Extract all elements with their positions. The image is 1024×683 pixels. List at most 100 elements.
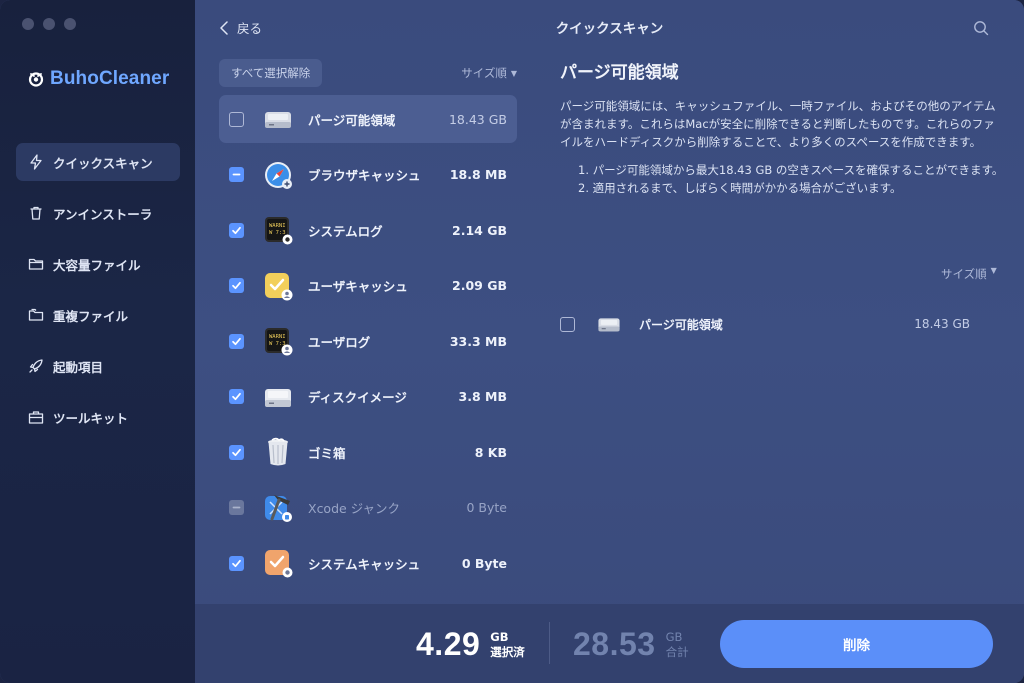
item-size: 18.43 GB — [448, 111, 507, 127]
detail-note: 1. パージ可能領域から最大18.43 GB の空きスペースを確保することができ… — [578, 163, 1004, 177]
checkbox[interactable] — [229, 555, 244, 571]
item-label: パージ可能領域 — [639, 317, 723, 332]
deselect-all-button[interactable]: すべて選択解除 — [219, 59, 323, 87]
caret-down-icon: ▼ — [990, 266, 997, 275]
duplicate-folder-icon — [28, 308, 44, 321]
sidebar-item-duplicate-files[interactable]: 重複ファイル — [16, 296, 180, 334]
system-cache-icon — [262, 547, 294, 579]
brand: BuhoCleaner — [28, 68, 169, 90]
total-size: 28.53 GB 合計 — [573, 626, 689, 663]
sidebar-nav: クイックスキャン アンインストーラ 大容量ファイル 重複ファイル 起動項目 ツー… — [16, 143, 180, 449]
item-size: 0 Byte — [461, 555, 507, 571]
sort-label: サイズ順 — [461, 66, 507, 80]
checkbox[interactable] — [229, 333, 244, 349]
minus-icon — [232, 506, 241, 509]
trash-bin-icon — [262, 436, 294, 468]
item-size: 2.09 GB — [452, 278, 507, 293]
item-label: ディスクイメージ — [308, 390, 407, 405]
svg-text:WARNI: WARNI — [269, 334, 286, 340]
item-label: ユーザキャッシュ — [308, 279, 408, 294]
checkbox[interactable] — [229, 167, 244, 182]
item-size: 33.3 MB — [449, 333, 507, 349]
sidebar-item-large-files[interactable]: 大容量ファイル — [16, 245, 180, 283]
list-item-browser-cache[interactable]: ブラウザキャッシュ 18.8 MB — [219, 151, 517, 199]
item-label: ユーザログ — [308, 334, 371, 350]
app-name: BuhoCleaner — [50, 68, 170, 89]
checkmark-icon — [232, 281, 241, 290]
checkmark-icon — [232, 559, 241, 567]
svg-text:W 7:3: W 7:3 — [269, 230, 286, 236]
list-item-user-log[interactable]: WARNI W 7:3 ユーザログ 33.3 MB — [219, 317, 517, 365]
item-label: システムログ — [308, 223, 383, 239]
checkbox[interactable] — [560, 316, 575, 332]
delete-button[interactable]: 削除 — [720, 620, 993, 668]
sidebar-item-label: ツールキット — [53, 410, 129, 426]
svg-text:WARNI: WARNI — [269, 223, 286, 229]
list-item-disk-images[interactable]: ディスクイメージ 3.8 MB — [219, 373, 517, 421]
item-size: 2.14 GB — [452, 222, 507, 238]
list-item-system-cache[interactable]: システムキャッシュ 0 Byte — [219, 539, 517, 587]
app-window: BuhoCleaner クイックスキャン アンインストーラ 大容量ファイル 重複… — [0, 0, 1024, 683]
selected-size: 4.29 GB 選択済 — [416, 626, 525, 663]
item-label: ブラウザキャッシュ — [308, 168, 421, 183]
list-item-user-cache[interactable]: ユーザキャッシュ 2.09 GB — [219, 262, 517, 310]
svg-text:W 7:3: W 7:3 — [269, 341, 286, 347]
user-cache-icon — [262, 270, 294, 302]
checkbox[interactable] — [229, 444, 244, 460]
list-item-xcode-junk[interactable]: Xcode ジャンク 0 Byte — [219, 484, 517, 532]
console-icon: WARNI W 7:3 — [262, 214, 294, 246]
sidebar-item-uninstaller[interactable]: アンインストーラ — [16, 194, 180, 232]
category-list-panel: すべて選択解除 サイズ順 ▼ パージ可能領域 18.43 GB ブラウザキャッシ… — [219, 59, 517, 578]
sidebar-item-label: 起動項目 — [53, 359, 104, 375]
disk-image-icon — [262, 381, 294, 413]
checkmark-icon — [232, 337, 241, 345]
list-item-purgeable-space[interactable]: パージ可能領域 18.43 GB — [219, 95, 517, 143]
item-size: 18.8 MB — [449, 167, 507, 182]
detail-notes: 1. パージ可能領域から最大18.43 GB の空きスペースを確保することができ… — [560, 161, 1005, 197]
sidebar: BuhoCleaner クイックスキャン アンインストーラ 大容量ファイル 重複… — [0, 0, 195, 683]
detail-list-item[interactable]: パージ可能領域 18.43 GB — [560, 306, 970, 342]
checkmark-icon — [232, 226, 241, 234]
sidebar-item-toolkit[interactable]: ツールキット — [16, 398, 180, 436]
close-window-button[interactable] — [22, 18, 34, 30]
user-log-icon: WARNI W 7:3 — [262, 325, 294, 357]
checkbox[interactable] — [229, 278, 244, 293]
detail-panel: パージ可能領域 パージ可能領域には、キャッシュファイル、一時ファイル、およびその… — [560, 58, 1005, 332]
sort-dropdown[interactable]: サイズ順 ▼ — [461, 65, 517, 81]
minimize-window-button[interactable] — [43, 18, 55, 30]
list-header: すべて選択解除 サイズ順 ▼ — [219, 59, 517, 87]
detail-description: パージ可能領域には、キャッシュファイル、一時ファイル、およびその他のアイテムが含… — [560, 99, 996, 149]
bottom-bar: 4.29 GB 選択済 28.53 GB 合計 削除 — [195, 604, 1024, 683]
checkbox[interactable] — [229, 389, 244, 404]
total-value: 28.53 — [573, 626, 656, 662]
item-size: 8 KB — [474, 444, 507, 460]
total-unit: GB 合計 — [665, 629, 689, 659]
item-size: 18.43 GB — [914, 317, 970, 331]
sidebar-item-quick-scan[interactable]: クイックスキャン — [16, 143, 180, 181]
sidebar-item-label: 大容量ファイル — [53, 257, 141, 273]
disk-icon — [596, 311, 622, 337]
sidebar-item-label: 重複ファイル — [53, 308, 129, 324]
window-controls — [22, 18, 76, 30]
list-item-trash[interactable]: ゴミ箱 8 KB — [219, 428, 517, 476]
main-content: 戻る クイックスキャン すべて選択解除 サイズ順 ▼ パージ可能領域 18.43… — [195, 0, 1024, 683]
minus-icon — [232, 173, 241, 176]
search-icon[interactable] — [973, 20, 989, 36]
toolkit-icon — [28, 411, 44, 424]
checkbox[interactable] — [229, 222, 244, 238]
list-item-system-log[interactable]: WARNI W 7:3 システムログ 2.14 GB — [219, 206, 517, 254]
detail-sort-dropdown[interactable]: サイズ順 ▼ — [941, 266, 997, 282]
divider — [549, 622, 550, 664]
item-size: 3.8 MB — [458, 389, 507, 404]
item-label: Xcode ジャンク — [308, 501, 401, 516]
sidebar-item-startup-items[interactable]: 起動項目 — [16, 347, 180, 385]
sort-label: サイズ順 — [941, 267, 987, 281]
item-size: 0 Byte — [466, 500, 508, 515]
lightning-icon — [30, 154, 42, 170]
checkbox[interactable] — [229, 500, 244, 515]
checkbox[interactable] — [229, 111, 244, 127]
item-label: ゴミ箱 — [308, 445, 346, 461]
zoom-window-button[interactable] — [64, 18, 76, 30]
xcode-icon — [262, 492, 294, 524]
caret-down-icon: ▼ — [510, 68, 517, 78]
